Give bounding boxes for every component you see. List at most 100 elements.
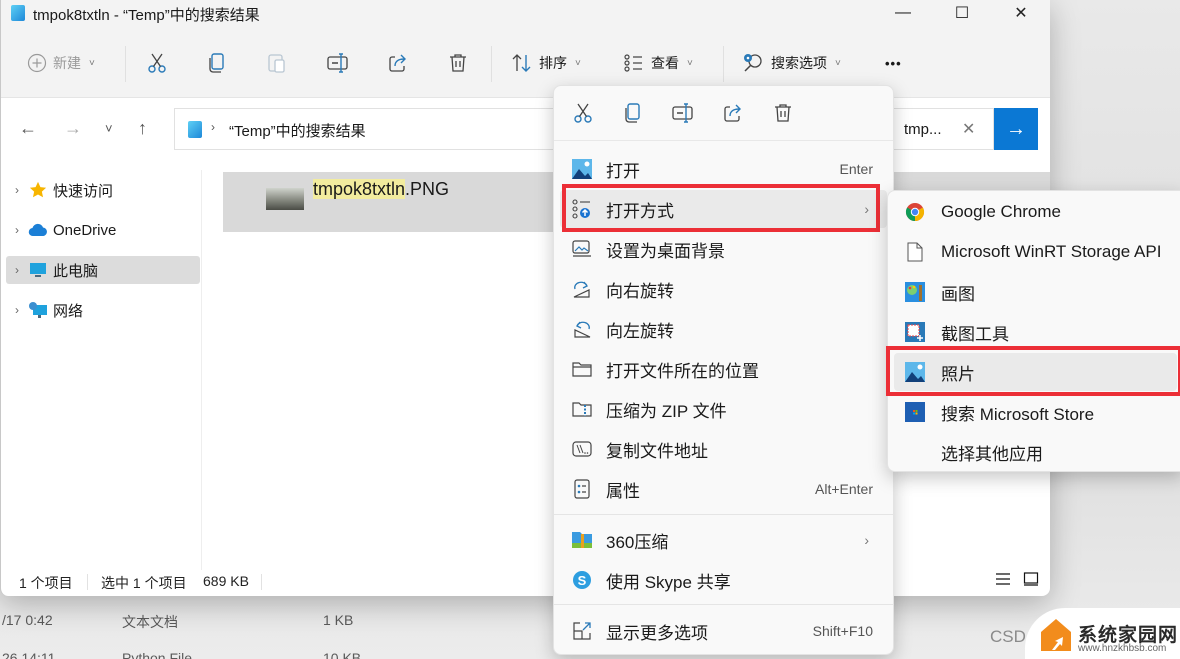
expand-chevron-icon[interactable]: › <box>6 303 28 317</box>
clear-search-icon[interactable]: ✕ <box>962 119 975 139</box>
sidebar-item-network[interactable]: › 网络 <box>6 296 200 324</box>
sidebar-item-quick-access[interactable]: › 快速访问 <box>6 176 200 204</box>
sidebar-item-onedrive[interactable]: › OneDrive <box>6 216 200 244</box>
menu-item-set-wallpaper[interactable]: 设置为桌面背景 <box>560 230 887 268</box>
properties-icon <box>571 478 593 500</box>
menu-item-open-with[interactable]: 打开方式 › <box>560 190 887 228</box>
menu-item-open-location[interactable]: 打开文件所在的位置 <box>560 350 887 388</box>
file-extension: .PNG <box>405 179 450 199</box>
submenu-item-label: 画图 <box>941 284 975 304</box>
expand-chevron-icon[interactable]: › <box>6 183 28 197</box>
menu-item-label: 属性 <box>606 481 640 501</box>
submenu-item-label: Microsoft WinRT Storage API <box>941 242 1162 261</box>
more-button[interactable]: ••• <box>885 48 902 78</box>
360zip-icon <box>571 529 593 551</box>
watermark-url: www.hnzkhbsb.com <box>1078 643 1167 654</box>
forward-button[interactable]: → <box>64 118 82 139</box>
photos-icon <box>904 361 926 383</box>
context-cut-button[interactable] <box>571 101 595 125</box>
empty-icon-slot <box>904 441 926 463</box>
submenu-item-chrome[interactable]: Google Chrome <box>894 193 1177 231</box>
submenu-item-winrt-storage[interactable]: Microsoft WinRT Storage API <box>894 233 1177 271</box>
up-button[interactable]: ↑ <box>138 118 147 139</box>
menu-item-shortcut: Alt+Enter <box>815 481 873 497</box>
rename-icon <box>327 53 348 73</box>
window-title: tmpok8txtln - “Temp”中的搜索结果 <box>33 7 260 24</box>
chevron-down-icon: ˅ <box>687 57 693 69</box>
navigation-pane: › 快速访问 › OneDrive › 此电脑 › 网络 <box>1 164 211 564</box>
menu-item-rotate-right[interactable]: 向右旋转 <box>560 270 887 308</box>
search-results-icon <box>188 121 202 138</box>
thumbnail-view-button[interactable] <box>1023 572 1039 590</box>
search-input[interactable]: tmp... ✕ <box>894 108 994 150</box>
paste-icon <box>268 54 285 73</box>
expand-chevron-icon[interactable]: › <box>6 223 28 237</box>
bg-row-type: 文本文档 <box>122 614 178 630</box>
bg-row-size: 1 KB <box>323 612 354 628</box>
back-button[interactable]: ← <box>19 118 37 139</box>
context-copy-button[interactable] <box>621 101 645 125</box>
submenu-item-label: 选择其他应用 <box>941 444 1043 464</box>
menu-item-label: 复制文件地址 <box>606 441 708 461</box>
skype-icon: S <box>571 569 593 591</box>
menu-item-label: 压缩为 ZIP 文件 <box>606 401 727 421</box>
breadcrumb-location[interactable]: “Temp”中的搜索结果 <box>229 120 366 141</box>
cut-button[interactable] <box>146 48 168 78</box>
rotate-right-icon <box>571 278 593 300</box>
view-button[interactable]: 查看 ˅ <box>623 48 693 78</box>
sidebar-item-this-pc[interactable]: › 此电脑 <box>6 256 200 284</box>
file-thumbnail <box>266 188 304 210</box>
open-with-submenu: Google Chrome Microsoft WinRT Storage AP… <box>887 190 1180 472</box>
search-go-button[interactable]: → <box>994 108 1038 150</box>
star-icon <box>28 181 48 199</box>
pane-divider[interactable] <box>201 170 202 570</box>
context-share-button[interactable] <box>721 101 745 125</box>
csdn-watermark-text: CSD <box>990 627 1026 646</box>
context-rename-button[interactable] <box>671 101 695 125</box>
submenu-chevron-icon: › <box>864 201 869 217</box>
chrome-icon <box>904 201 926 223</box>
menu-item-360zip[interactable]: 360压缩 › <box>560 521 887 559</box>
bg-row-date: /17 0:42 <box>2 612 53 628</box>
menu-item-open[interactable]: 打开 Enter <box>560 150 887 188</box>
menu-item-compress-zip[interactable]: 压缩为 ZIP 文件 <box>560 390 887 428</box>
menu-item-shortcut: Shift+F10 <box>812 623 873 639</box>
context-delete-button[interactable] <box>771 101 795 125</box>
house-logo-icon <box>1040 618 1072 652</box>
menu-item-rotate-left[interactable]: 向左旋转 <box>560 310 887 348</box>
expand-chevron-icon[interactable]: › <box>6 263 28 277</box>
bg-row-size: 10 KB <box>323 650 362 659</box>
folder-icon <box>571 358 593 380</box>
sidebar-item-label: OneDrive <box>53 221 117 239</box>
copy-button[interactable] <box>206 48 228 78</box>
sort-button[interactable]: 排序 ˅ <box>511 48 581 78</box>
menu-item-properties[interactable]: 属性 Alt+Enter <box>560 470 887 508</box>
search-options-icon <box>744 54 762 72</box>
chevron-down-icon: ˅ <box>89 57 95 69</box>
search-options-label: 搜索选项 <box>771 55 827 71</box>
svg-text:S: S <box>578 573 587 588</box>
menu-item-copy-path[interactable]: 复制文件地址 <box>560 430 887 468</box>
details-view-button[interactable] <box>995 572 1011 590</box>
search-results-icon <box>11 5 25 21</box>
submenu-item-paint[interactable]: 画图 <box>894 273 1177 311</box>
submenu-item-label: Google Chrome <box>941 202 1062 221</box>
close-button[interactable]: ✕ <box>992 0 1050 26</box>
large-icons-view-icon <box>1023 572 1039 586</box>
rename-button[interactable] <box>326 48 350 78</box>
share-button[interactable] <box>387 48 409 78</box>
cloud-icon <box>28 221 48 239</box>
submenu-item-choose-other-app[interactable]: 选择其他应用 <box>894 433 1177 471</box>
search-options-button[interactable]: 搜索选项 ˅ <box>741 48 841 78</box>
menu-item-skype-share[interactable]: S 使用 Skype 共享 <box>560 561 887 599</box>
submenu-item-search-store[interactable]: 搜索 Microsoft Store <box>894 393 1177 431</box>
delete-button[interactable] <box>447 48 469 78</box>
new-button[interactable]: 新建 ˅ <box>27 48 95 78</box>
submenu-item-snipping-tool[interactable]: 截图工具 <box>894 313 1177 351</box>
maximize-button[interactable]: ☐ <box>933 0 991 26</box>
recent-locations-button[interactable]: ˅ <box>105 121 113 136</box>
menu-item-show-more-options[interactable]: 显示更多选项 Shift+F10 <box>560 612 887 650</box>
minimize-button[interactable]: — <box>874 0 932 26</box>
paste-button[interactable] <box>266 48 288 78</box>
submenu-item-photos[interactable]: 照片 <box>894 353 1177 391</box>
